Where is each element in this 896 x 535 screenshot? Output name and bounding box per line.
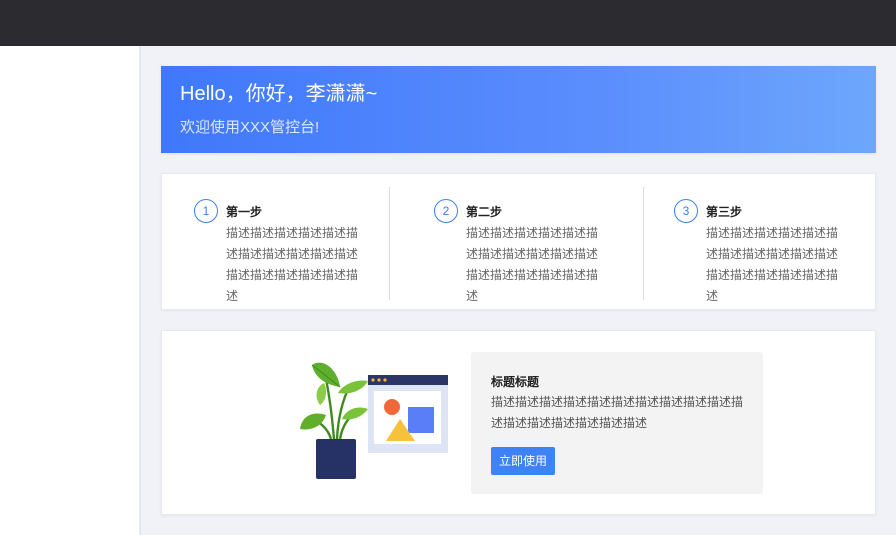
- welcome-subtitle: 欢迎使用XXX管控台!: [180, 119, 320, 136]
- step-divider: [643, 187, 644, 300]
- step-number-badge: 3: [674, 199, 698, 223]
- greeting-title: Hello，你好，李潇潇~: [180, 83, 378, 105]
- promo-card: 标题标题 描述描述描述描述描述描述描述描述描述描述描述描述描述描述描述描述描述 …: [161, 330, 876, 515]
- sidebar: [0, 46, 141, 535]
- top-navigation-bar: [0, 0, 896, 46]
- step-divider: [389, 187, 390, 300]
- main-content: Hello，你好，李潇潇~ 欢迎使用XXX管控台! 1 第一步 描述描述描述描述…: [143, 46, 896, 535]
- step-description: 描述描述描述描述描述描述描述描述描述描述描述描述描述描述描述描述描述: [466, 226, 599, 303]
- step-number-badge: 1: [194, 199, 218, 223]
- step-number-badge: 2: [434, 199, 458, 223]
- promo-title: 标题标题: [491, 375, 540, 389]
- step-title: 第二步: [466, 205, 503, 219]
- step-description: 描述描述描述描述描述描述描述描述描述描述描述描述描述描述描述描述描述: [226, 226, 359, 303]
- steps-card: 1 第一步 描述描述描述描述描述描述描述描述描述描述描述描述描述描述描述描述描述…: [161, 173, 876, 310]
- step-description: 描述描述描述描述描述描述描述描述描述描述描述描述描述描述描述描述描述: [706, 226, 839, 303]
- promo-info-box: 标题标题 描述描述描述描述描述描述描述描述描述描述描述描述描述描述描述描述描述 …: [471, 352, 763, 494]
- promo-description: 描述描述描述描述描述描述描述描述描述描述描述描述描述描述描述描述描述: [491, 395, 744, 430]
- welcome-banner: Hello，你好，李潇潇~ 欢迎使用XXX管控台!: [161, 66, 876, 153]
- step-title: 第一步: [226, 205, 263, 219]
- step-title: 第三步: [706, 205, 743, 219]
- plant-and-browser-window-illustration: [300, 362, 448, 479]
- use-now-button[interactable]: 立即使用: [491, 447, 555, 475]
